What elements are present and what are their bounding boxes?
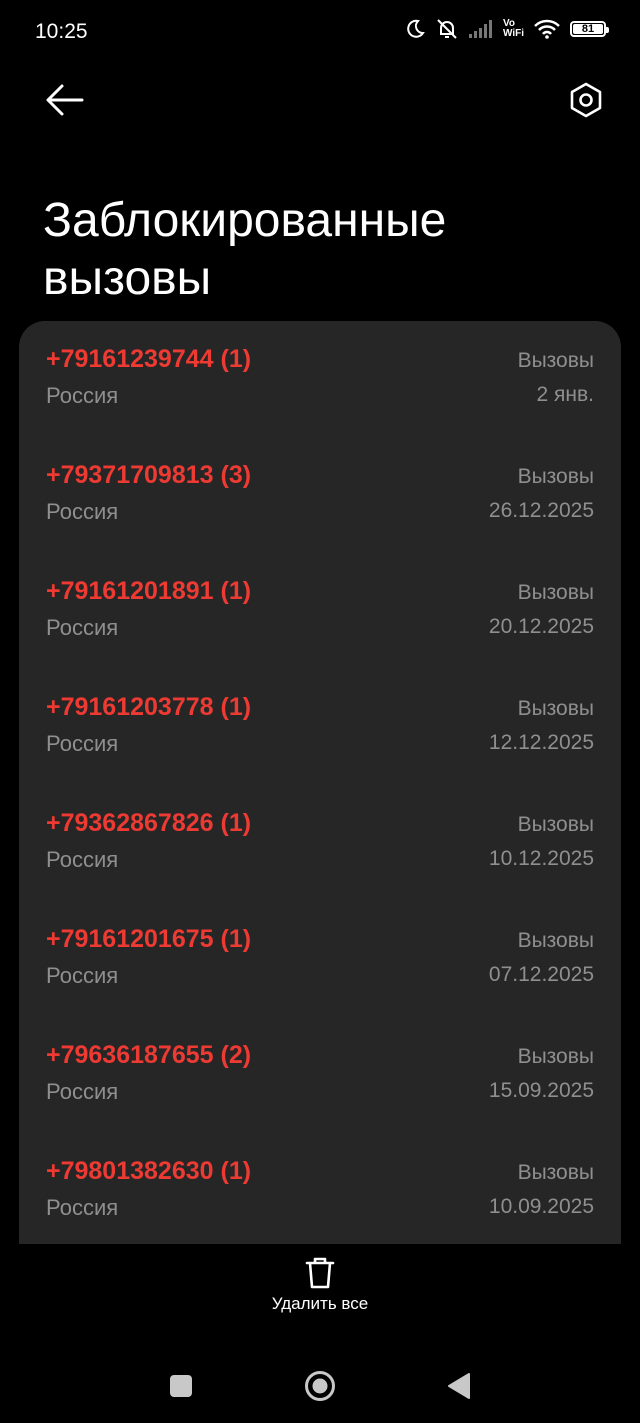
call-type-label: Вызовы [517, 465, 594, 488]
phone-number: +79362867826 (1) [46, 809, 252, 837]
call-date: 07.12.2025 [488, 963, 594, 986]
phone-number: +79371709813 (3) [46, 461, 252, 489]
phone-number: +79801382630 (1) [46, 1157, 252, 1185]
phone-number: +79636187655 (2) [46, 1041, 252, 1069]
call-date: 26.12.2025 [488, 499, 594, 522]
country-label: Россия [46, 615, 119, 640]
call-date: 15.09.2025 [488, 1079, 594, 1102]
call-type-label: Вызовы [517, 581, 594, 604]
phone-number: +79161201891 (1) [46, 577, 252, 605]
settings-button[interactable] [566, 80, 606, 120]
country-label: Россия [46, 383, 119, 408]
country-label: Россия [46, 731, 119, 756]
call-type-label: Вызовы [517, 697, 594, 720]
call-date: 20.12.2025 [488, 615, 594, 638]
recents-button[interactable] [170, 1375, 192, 1397]
page-title: Заблокированные вызовы [43, 194, 447, 306]
delete-all-label: Удалить все [271, 1294, 369, 1313]
list-item[interactable]: +79161201891 (1) Россия Вызовы 20.12.202… [19, 553, 621, 669]
moon-icon [407, 19, 425, 38]
wifi-icon [534, 19, 560, 39]
list-item[interactable]: +79636187655 (2) Россия Вызовы 15.09.202… [19, 1017, 621, 1133]
vowifi-icon: Vo WiFi [502, 18, 524, 39]
home-button[interactable] [304, 1370, 336, 1402]
settings-icon [570, 82, 602, 118]
list-item[interactable]: +79801382630 (1) Россия Вызовы 10.09.202… [19, 1133, 621, 1244]
back-button[interactable] [44, 82, 86, 118]
phone-number: +79161201675 (1) [46, 925, 252, 953]
call-date: 2 янв. [536, 383, 594, 406]
country-label: Россия [46, 847, 119, 872]
phone-number: +79161203778 (1) [46, 693, 252, 721]
call-date: 10.09.2025 [488, 1195, 594, 1218]
trash-icon [305, 1257, 335, 1289]
delete-all-button[interactable]: Удалить все [250, 1252, 390, 1322]
battery-level: 81 [581, 23, 595, 35]
signal-icon [468, 20, 492, 38]
navigation-bar [0, 1350, 640, 1423]
call-type-label: Вызовы [517, 813, 594, 836]
triangle-icon [448, 1373, 470, 1399]
call-type-label: Вызовы [517, 1045, 594, 1068]
bell-muted-icon [437, 19, 457, 39]
nav-back-button[interactable] [447, 1372, 471, 1400]
call-type-label: Вызовы [517, 349, 594, 372]
country-label: Россия [46, 1079, 119, 1104]
status-time: 10:25 [35, 20, 88, 43]
list-item[interactable]: +79161239744 (1) Россия Вызовы 2 янв. [19, 321, 621, 437]
battery-icon: 81 [570, 21, 609, 37]
list-item[interactable]: +79161203778 (1) Россия Вызовы 12.12.202… [19, 669, 621, 785]
call-date: 12.12.2025 [488, 731, 594, 754]
blocked-calls-list: +79161239744 (1) Россия Вызовы 2 янв. +7… [19, 321, 621, 1244]
circle-icon [305, 1371, 335, 1401]
call-date: 10.12.2025 [488, 847, 594, 870]
phone-number: +79161239744 (1) [46, 345, 252, 373]
list-item[interactable]: +79161201675 (1) Россия Вызовы 07.12.202… [19, 901, 621, 1017]
call-type-label: Вызовы [517, 1161, 594, 1184]
list-item[interactable]: +79362867826 (1) Россия Вызовы 10.12.202… [19, 785, 621, 901]
status-icons: Vo WiFi 81 [405, 18, 609, 40]
country-label: Россия [46, 963, 119, 988]
arrow-left-icon [46, 84, 84, 116]
list-item[interactable]: +79371709813 (3) Россия Вызовы 26.12.202… [19, 437, 621, 553]
status-bar: 10:25 Vo WiFi 81 [0, 0, 640, 64]
country-label: Россия [46, 1195, 119, 1220]
call-type-label: Вызовы [517, 929, 594, 952]
country-label: Россия [46, 499, 119, 524]
